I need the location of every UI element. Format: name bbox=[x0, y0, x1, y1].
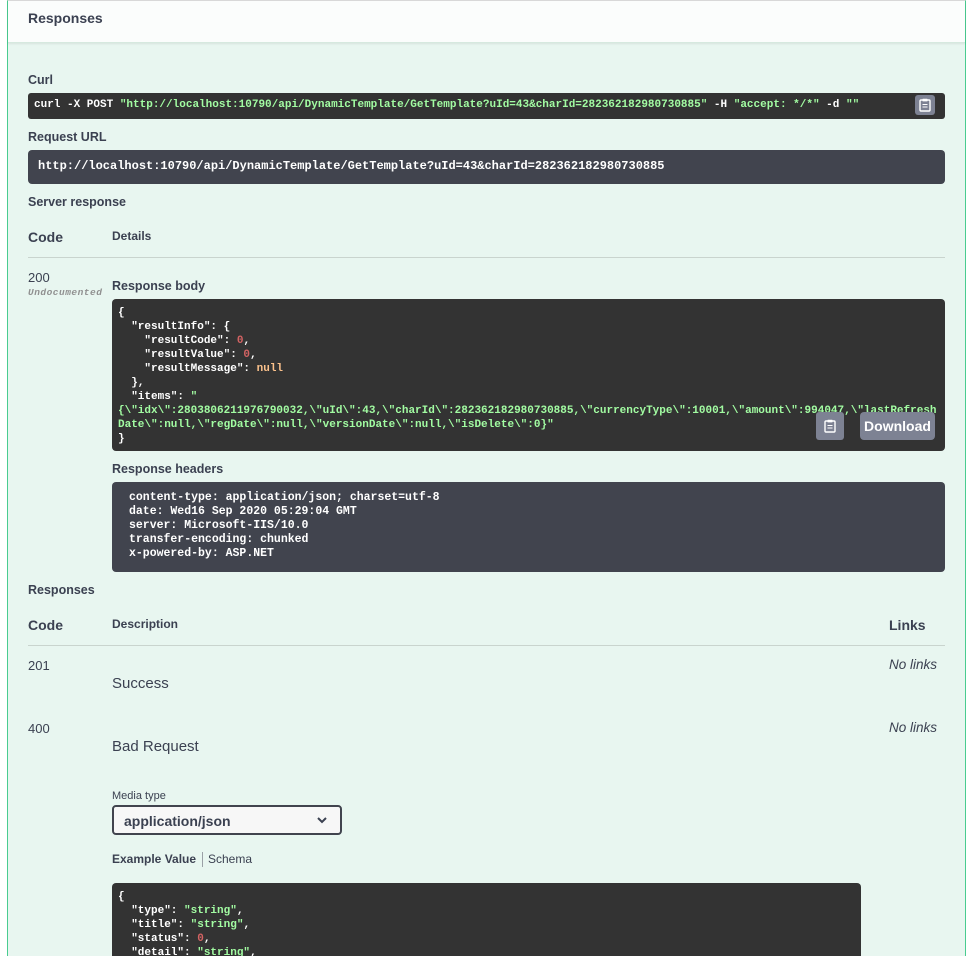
code-token: 0 bbox=[243, 349, 251, 361]
response-headers-code[interactable]: content-type: application/json; charset=… bbox=[112, 482, 945, 572]
curl-header: "accept: */*" bbox=[733, 99, 820, 111]
code-token: {\"idx\":280380621197679003​2,\"uId\":43… bbox=[118, 405, 937, 417]
media-type-label: Media type bbox=[112, 790, 166, 802]
code-token: "status": bbox=[118, 933, 198, 945]
curl-data-flag: -d bbox=[819, 99, 846, 111]
code-token: Date\":null,\"regDate\":null,\"versionDa… bbox=[118, 419, 554, 431]
response-code-400: 400 bbox=[28, 721, 50, 736]
server-col-code: Code bbox=[28, 229, 63, 245]
tab-schema[interactable]: Schema bbox=[208, 852, 252, 866]
code-token: "detail": bbox=[118, 947, 198, 956]
code-token: x-powered-by: ASP.NET bbox=[129, 547, 274, 560]
download-button[interactable]: Download bbox=[860, 412, 935, 440]
response-body-label: Response body bbox=[112, 279, 206, 293]
server-table-divider bbox=[28, 257, 945, 258]
code-token: "resultCode": bbox=[118, 335, 237, 347]
code-token: "title": bbox=[118, 919, 191, 931]
tab-example-value[interactable]: Example Value bbox=[112, 852, 196, 866]
media-type-value: application/json bbox=[124, 813, 231, 829]
curl-prefix: curl -X POST bbox=[34, 99, 120, 111]
copy-icon bbox=[824, 419, 836, 433]
code-token: "string" bbox=[190, 919, 244, 931]
code-token: "type": bbox=[118, 905, 185, 917]
responses-section-header: Responses bbox=[8, 1, 965, 43]
undocumented-badge: Undocumented bbox=[28, 287, 103, 298]
media-type-select[interactable]: application/json bbox=[112, 805, 342, 835]
curl-url: "http://localhost:10790/api/DynamicTempl… bbox=[119, 99, 708, 111]
curl-label: Curl bbox=[28, 73, 53, 87]
code-token: "resultValue": bbox=[118, 349, 244, 361]
copy-icon bbox=[919, 98, 931, 112]
request-url-label: Request URL bbox=[28, 130, 107, 144]
code-token: " bbox=[190, 391, 198, 403]
server-response-code: 200 bbox=[28, 270, 50, 285]
response-headers-label: Response headers bbox=[112, 462, 224, 476]
copy-response-button[interactable] bbox=[816, 412, 844, 440]
response-code-201: 201 bbox=[28, 658, 50, 673]
code-token: content-type: application/json; charset=… bbox=[129, 491, 440, 504]
chevron-down-icon bbox=[317, 817, 327, 824]
section-title: Responses bbox=[28, 10, 103, 26]
example-value-code[interactable]: { "type": "string", "title": "string", "… bbox=[112, 883, 861, 956]
code-token: } bbox=[118, 433, 125, 445]
responses-table-divider bbox=[28, 645, 945, 646]
code-token: server: Microsoft-IIS/10.0 bbox=[129, 519, 309, 532]
curl-command[interactable]: curl -X POST "http://localhost:10790/api… bbox=[28, 93, 945, 119]
responses-col-code: Code bbox=[28, 617, 63, 633]
code-token: "items": bbox=[118, 391, 191, 403]
code-token: 0 bbox=[197, 933, 204, 945]
responses-col-links: Links bbox=[889, 617, 926, 633]
code-token: "string" bbox=[184, 905, 237, 917]
curl-header-flag: -H bbox=[707, 99, 734, 111]
responses-col-description: Description bbox=[112, 617, 179, 631]
code-token: "resultMessage": bbox=[118, 363, 257, 375]
responses-label: Responses bbox=[28, 583, 95, 597]
copy-curl-button[interactable] bbox=[915, 95, 935, 115]
post-operation-panel: Responses Curl curl -X POST "http://loca… bbox=[7, 0, 966, 956]
code-token: null bbox=[256, 363, 284, 375]
response-links-400: No links bbox=[889, 720, 938, 735]
response-desc-201: Success bbox=[112, 675, 169, 692]
code-token: }, bbox=[118, 377, 145, 389]
response-desc-400: Bad Request bbox=[112, 738, 199, 755]
code-token: transfer-encoding: chunked bbox=[129, 533, 309, 546]
code-token: { bbox=[118, 891, 125, 903]
tab-divider bbox=[202, 852, 203, 867]
request-url-value[interactable]: http://localhost:10790/api/DynamicTempla… bbox=[28, 150, 945, 184]
response-links-201: No links bbox=[889, 657, 938, 672]
code-token: date: Wed16 Sep 2020 05:29:04 GMT bbox=[129, 505, 357, 518]
server-col-details: Details bbox=[112, 229, 152, 243]
code-token: "resultInfo": { bbox=[118, 321, 231, 333]
server-response-label: Server response bbox=[28, 195, 126, 209]
code-token: { bbox=[118, 307, 125, 319]
curl-data: "" bbox=[845, 99, 860, 111]
code-token: 0 bbox=[236, 335, 244, 347]
code-token: "string" bbox=[197, 947, 251, 956]
